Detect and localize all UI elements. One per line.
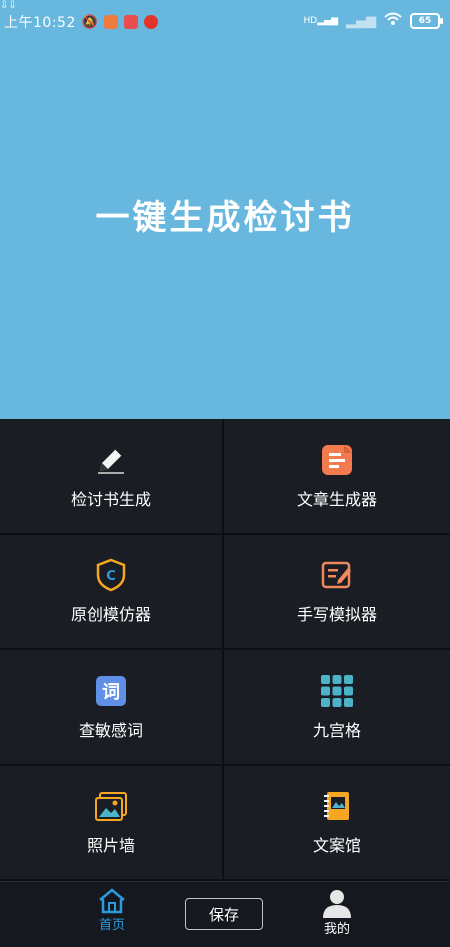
grid-item-copywriting-hall[interactable]: 文案馆 [224, 765, 450, 881]
grid-item-label: 九宫格 [312, 720, 361, 740]
grid-item-label: 检讨书生成 [70, 489, 151, 509]
edit-note-icon [319, 557, 355, 593]
grid-item-label: 文案馆 [312, 836, 361, 856]
word-ci-icon: 词 [93, 673, 129, 709]
hero-banner: ⇩⇩ 上午10:52 🔕 HD▂▄▆ ▂▄▆ 65 一键生成检讨书 [0, 0, 450, 419]
grid-item-label: 查敏感词 [78, 720, 143, 740]
mute-icon: 🔕 [81, 14, 99, 30]
notebook-icon [319, 788, 355, 824]
svg-text:C: C [106, 569, 116, 584]
grid-item-review-generator[interactable]: 检讨书生成 [0, 419, 224, 535]
app-notification-icon [104, 15, 119, 29]
signal-icon: HD▂▄▆ [303, 16, 338, 26]
nav-me[interactable]: 我的 [311, 888, 363, 937]
home-icon [99, 888, 125, 914]
nav-home-label: 首页 [98, 918, 125, 933]
bottom-nav: 首页 保存 我的 [0, 881, 450, 947]
wifi-icon [384, 12, 402, 30]
grid-item-nine-grid[interactable]: 九宫格 [224, 650, 450, 766]
grid-item-label: 原创模仿器 [70, 605, 151, 625]
grid-nine-icon [319, 673, 355, 709]
app-notification-icon [124, 15, 139, 29]
battery-icon: 65 [410, 13, 443, 29]
nav-me-label: 我的 [323, 922, 350, 937]
grid-item-original-imitator[interactable]: C 原创模仿器 [0, 534, 224, 650]
signal-icon: ▂▄▆ [346, 13, 376, 29]
grid-item-label: 照片墙 [86, 836, 135, 856]
nav-home[interactable]: 首页 [88, 888, 136, 933]
user-icon [323, 890, 351, 918]
feature-grid: 检讨书生成 文章生成器 C 原创模仿器 手写模拟器 词 查敏感词 九宫格 照片墙 [0, 419, 450, 881]
grid-item-sensitive-words[interactable]: 词 查敏感词 [0, 650, 224, 766]
photos-icon [93, 788, 129, 824]
grid-item-article-generator[interactable]: 文章生成器 [224, 419, 450, 535]
grid-item-label: 手写模拟器 [296, 605, 377, 625]
grid-item-label: 文章生成器 [296, 489, 377, 509]
page-title: 一键生成检讨书 [95, 198, 355, 238]
download-icon: ⇩⇩ [0, 0, 17, 11]
document-icon [319, 442, 355, 478]
save-button[interactable]: 保存 [185, 898, 263, 930]
app-notification-icon [144, 15, 159, 29]
grid-item-handwriting-simulator[interactable]: 手写模拟器 [224, 534, 450, 650]
pencil-icon [93, 442, 129, 478]
status-bar: ⇩⇩ 上午10:52 🔕 HD▂▄▆ ▂▄▆ 65 [0, 0, 450, 42]
svg-text:词: 词 [102, 682, 120, 703]
clock: 上午10:52 [4, 15, 76, 31]
grid-item-photo-wall[interactable]: 照片墙 [0, 765, 224, 881]
shield-c-icon: C [93, 557, 129, 593]
